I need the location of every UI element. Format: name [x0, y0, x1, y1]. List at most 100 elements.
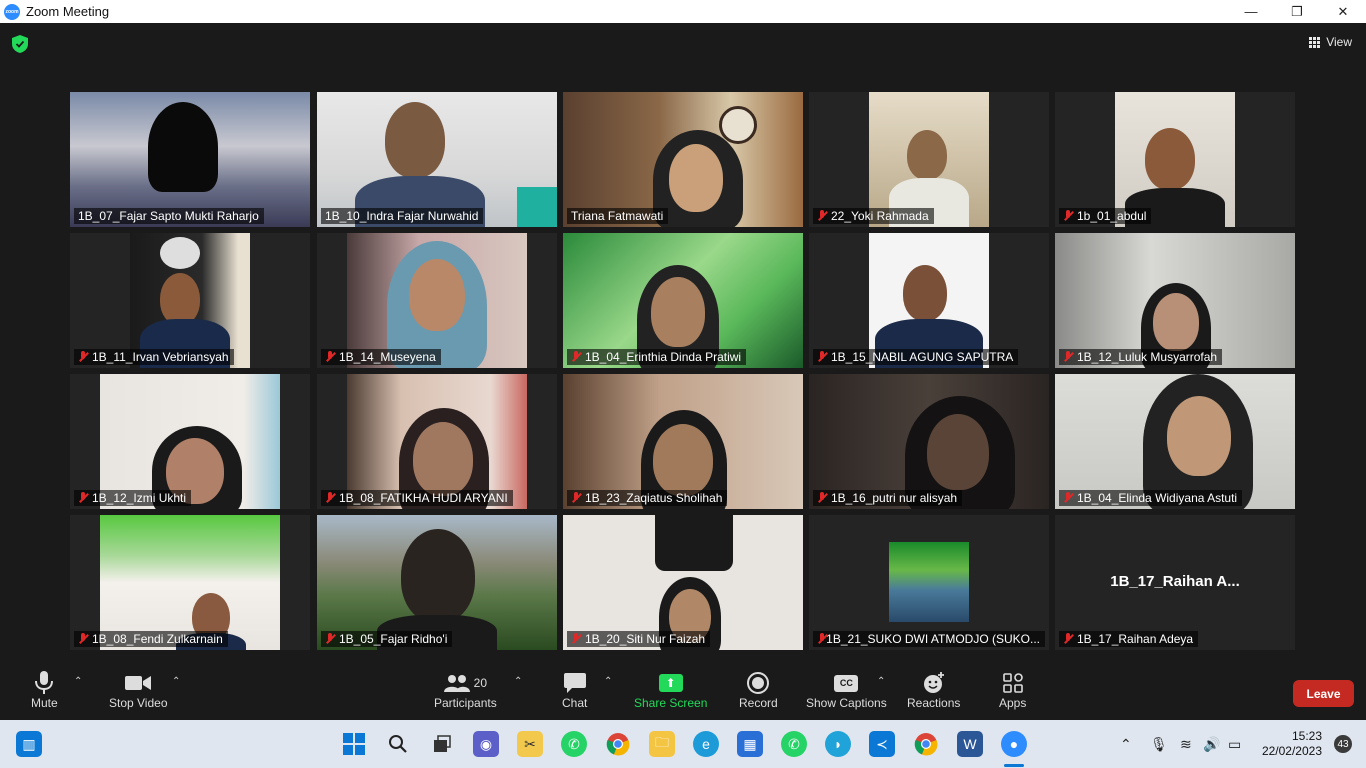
- participant-name: 1B_15_NABIL AGUNG SAPUTRA: [831, 350, 1014, 364]
- microsoft-store-icon[interactable]: ▦: [737, 731, 763, 757]
- participant-tile[interactable]: 1B_07_Fajar Sapto Mukti Raharjo: [70, 92, 310, 227]
- maximize-button[interactable]: ❐: [1274, 0, 1320, 23]
- participant-name-label: 1B_07_Fajar Sapto Mukti Raharjo: [74, 208, 264, 224]
- meeting-area: View 1B_07_Fajar Sapto Mukti Raharjo 1B_…: [0, 23, 1366, 720]
- participants-label: Participants: [434, 696, 497, 710]
- start-menu-icon[interactable]: [341, 731, 367, 757]
- participant-video: [1055, 233, 1295, 368]
- shield-icon[interactable]: [12, 35, 28, 53]
- video-camera-icon: [125, 670, 152, 696]
- zoom-taskbar-icon[interactable]: ●: [1001, 731, 1027, 757]
- participant-video: [347, 374, 527, 509]
- chrome-profile-icon[interactable]: [913, 731, 939, 757]
- participant-video: [809, 374, 1049, 509]
- whatsapp-icon[interactable]: ✆: [561, 731, 587, 757]
- volume-icon[interactable]: 🔊: [1203, 720, 1220, 768]
- participant-tile[interactable]: 1B_23_Zaqiatus Sholihah: [563, 374, 803, 509]
- chrome-icon[interactable]: [605, 731, 631, 757]
- participant-tile[interactable]: 22_Yoki Rahmada: [809, 92, 1049, 227]
- participant-tile[interactable]: 1B_04_Elinda Widiyana Astuti: [1055, 374, 1295, 509]
- apps-button[interactable]: Apps: [999, 670, 1026, 710]
- participant-tile[interactable]: 1B_12_Izmi Ukhti: [70, 374, 310, 509]
- stop-video-button[interactable]: Stop Video: [109, 670, 168, 710]
- search-icon[interactable]: [385, 731, 411, 757]
- participant-video: [70, 92, 310, 227]
- widgets-icon[interactable]: ▥: [16, 731, 42, 757]
- chat-button[interactable]: Chat: [562, 670, 587, 710]
- participant-tile[interactable]: 1B_12_Luluk Musyarrofah: [1055, 233, 1295, 368]
- video-options-caret-icon[interactable]: ⌃: [172, 676, 180, 687]
- participants-button[interactable]: 20 Participants: [434, 670, 497, 710]
- participant-tile[interactable]: 1B_10_Indra Fajar Nurwahid: [317, 92, 557, 227]
- participant-tile[interactable]: 1B_05_Fajar Ridho'i: [317, 515, 557, 650]
- mic-muted-icon: [1063, 492, 1073, 504]
- participant-name-label: 1B_04_Erinthia Dinda Pratiwi: [567, 349, 747, 365]
- participant-video: [347, 233, 527, 368]
- leave-button[interactable]: Leave: [1293, 680, 1354, 707]
- mute-button[interactable]: Mute: [31, 670, 58, 710]
- microphone-tray-icon[interactable]: 🎙: [1150, 720, 1168, 768]
- participant-name-label: 1B_10_Indra Fajar Nurwahid: [321, 208, 484, 224]
- battery-icon[interactable]: ▭: [1228, 720, 1241, 768]
- participant-tile[interactable]: 1B_15_NABIL AGUNG SAPUTRA: [809, 233, 1049, 368]
- close-button[interactable]: ✕: [1320, 0, 1366, 23]
- participant-tile[interactable]: 1B_11_Irvan Vebriansyah: [70, 233, 310, 368]
- participant-tile[interactable]: 1B_21_SUKO DWI ATMODJO (SUKO...: [809, 515, 1049, 650]
- file-explorer-icon[interactable]: 🗀: [649, 731, 675, 757]
- participants-options-caret-icon[interactable]: ⌃: [514, 676, 522, 687]
- participant-video: [869, 233, 989, 368]
- minimize-button[interactable]: —: [1228, 0, 1274, 23]
- mic-muted-icon: [78, 492, 88, 504]
- reactions-button[interactable]: Reactions: [907, 670, 960, 710]
- participant-name: 1B_08_Fendi Zulkarnain: [92, 632, 223, 646]
- participant-name-label: 1b_01_abdul: [1059, 208, 1152, 224]
- participant-name: 1B_16_putri nur alisyah: [831, 491, 958, 505]
- show-hidden-icons-chevron-icon[interactable]: ⌃: [1120, 720, 1132, 768]
- share-screen-button[interactable]: ⬆ Share Screen: [634, 670, 707, 710]
- participants-icon: 20: [443, 670, 487, 696]
- participant-tile[interactable]: 1b_01_abdul: [1055, 92, 1295, 227]
- participant-video: [100, 374, 280, 509]
- participant-tile[interactable]: 1B_17_Raihan A... 1B_17_Raihan Adeya: [1055, 515, 1295, 650]
- share-screen-label: Share Screen: [634, 696, 708, 710]
- word-icon[interactable]: W: [957, 731, 983, 757]
- mic-muted-icon: [325, 492, 335, 504]
- reactions-label: Reactions: [907, 696, 961, 710]
- snipping-tool-icon[interactable]: ✂: [517, 731, 543, 757]
- task-view-icon[interactable]: [429, 731, 455, 757]
- participant-tile[interactable]: 1B_20_Siti Nur Faizah: [563, 515, 803, 650]
- edge-icon[interactable]: e: [693, 731, 719, 757]
- participant-tile[interactable]: 1B_08_FATIKHA HUDI ARYANI: [317, 374, 557, 509]
- notification-count-badge[interactable]: 43: [1334, 735, 1352, 753]
- participant-tile[interactable]: 1B_16_putri nur alisyah: [809, 374, 1049, 509]
- captions-icon: CC: [834, 670, 859, 696]
- participant-name-label: 1B_11_Irvan Vebriansyah: [74, 349, 234, 365]
- participant-name-label: 1B_08_FATIKHA HUDI ARYANI: [321, 490, 513, 506]
- vscode-icon[interactable]: ≺: [869, 731, 895, 757]
- taskbar-clock[interactable]: 15:23 22/02/2023: [1262, 729, 1322, 759]
- captions-options-caret-icon[interactable]: ⌃: [877, 676, 885, 687]
- participant-tile[interactable]: 1B_08_Fendi Zulkarnain: [70, 515, 310, 650]
- whatsapp-icon[interactable]: ✆: [781, 731, 807, 757]
- participant-tile[interactable]: 1B_04_Erinthia Dinda Pratiwi: [563, 233, 803, 368]
- participant-video: [563, 374, 803, 509]
- participant-name: 1B_08_FATIKHA HUDI ARYANI: [339, 491, 508, 505]
- participant-video: [563, 515, 803, 650]
- mic-muted-icon: [1063, 351, 1073, 363]
- app-icon[interactable]: ◗: [825, 731, 851, 757]
- participant-tile[interactable]: Triana Fatmawati: [563, 92, 803, 227]
- share-screen-icon: ⬆: [658, 674, 683, 692]
- participant-name: 1B_10_Indra Fajar Nurwahid: [325, 209, 479, 223]
- record-button[interactable]: Record: [739, 670, 778, 710]
- teams-chat-icon[interactable]: ◉: [473, 731, 499, 757]
- apps-label: Apps: [999, 696, 1027, 710]
- chat-options-caret-icon[interactable]: ⌃: [604, 676, 612, 687]
- mute-options-caret-icon[interactable]: ⌃: [74, 676, 82, 687]
- active-app-indicator: [1004, 764, 1024, 767]
- participant-tile[interactable]: 1B_14_Museyena: [317, 233, 557, 368]
- view-button[interactable]: View: [1309, 35, 1352, 49]
- wifi-icon[interactable]: ≋: [1180, 720, 1192, 768]
- participant-name-label: 22_Yoki Rahmada: [813, 208, 934, 224]
- mic-muted-icon: [571, 351, 581, 363]
- show-captions-button[interactable]: CC Show Captions: [806, 670, 887, 710]
